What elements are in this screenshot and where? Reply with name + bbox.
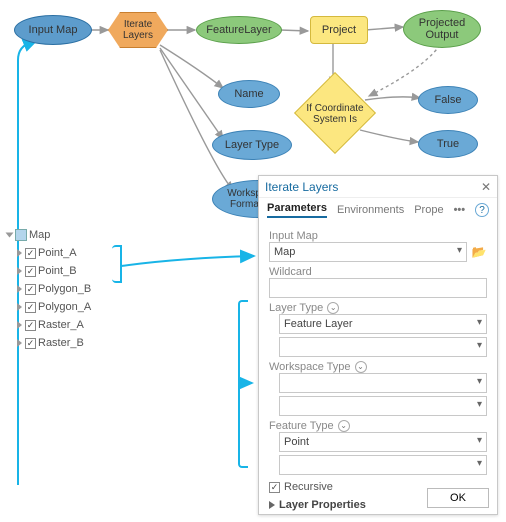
toc-item[interactable]: ✓Raster_A bbox=[6, 316, 126, 334]
tab-environments[interactable]: Environments bbox=[337, 204, 404, 216]
layer-toc: Map ✓Point_A ✓Point_B ✓Polygon_B ✓Polygo… bbox=[6, 226, 126, 352]
checkbox-icon[interactable]: ✓ bbox=[25, 248, 36, 259]
tab-properties[interactable]: Prope bbox=[414, 204, 443, 216]
callout-bracket-panel bbox=[238, 300, 248, 468]
node-false[interactable]: False bbox=[418, 86, 478, 114]
expand-arrow-icon[interactable] bbox=[17, 267, 22, 275]
toc-item[interactable]: ✓Point_A bbox=[6, 244, 126, 262]
toc-item-label: Polygon_B bbox=[38, 283, 91, 295]
checkbox-icon[interactable]: ✓ bbox=[25, 302, 36, 313]
toc-root-label: Map bbox=[29, 229, 50, 241]
expand-arrow-icon[interactable] bbox=[17, 303, 22, 311]
input-map-field[interactable] bbox=[269, 242, 467, 262]
label: True bbox=[437, 138, 459, 150]
node-project[interactable]: Project bbox=[310, 16, 368, 44]
chevron-down-icon[interactable]: ⌄ bbox=[355, 361, 367, 373]
panel-body: Input Map 📂 Wildcard Layer Type⌄ Workspa… bbox=[259, 222, 497, 517]
wildcard-field[interactable] bbox=[269, 278, 487, 298]
layer-properties-label: Layer Properties bbox=[279, 499, 366, 511]
checkbox-icon[interactable]: ✓ bbox=[25, 284, 36, 295]
panel-title: Iterate Layers bbox=[265, 180, 338, 194]
node-projected-output[interactable]: Projected Output bbox=[403, 10, 481, 48]
node-feature-layer[interactable]: FeatureLayer bbox=[196, 16, 282, 44]
toc-item[interactable]: ✓Point_B bbox=[6, 262, 126, 280]
chevron-down-icon[interactable]: ⌄ bbox=[338, 420, 350, 432]
label-workspace-type: Workspace Type⌄ bbox=[269, 361, 487, 373]
map-icon bbox=[15, 229, 27, 241]
label: False bbox=[435, 94, 462, 106]
tab-parameters[interactable]: Parameters bbox=[267, 202, 327, 218]
toc-item[interactable]: ✓Raster_B bbox=[6, 334, 126, 352]
toc-item-label: Point_B bbox=[38, 265, 77, 277]
toc-item-label: Polygon_A bbox=[38, 301, 91, 313]
label: Project bbox=[322, 24, 356, 36]
layer-type-select[interactable] bbox=[279, 314, 487, 334]
more-menu-icon[interactable]: ••• bbox=[454, 204, 466, 216]
toc-item-label: Point_A bbox=[38, 247, 77, 259]
panel-tabs: Parameters Environments Prope ••• ? bbox=[259, 198, 497, 222]
checkbox-icon[interactable]: ✓ bbox=[25, 266, 36, 277]
iterate-layers-panel: Iterate Layers ✕ Parameters Environments… bbox=[258, 175, 498, 515]
workspace-type-select-extra[interactable] bbox=[279, 396, 487, 416]
recursive-label: Recursive bbox=[284, 481, 333, 493]
panel-titlebar: Iterate Layers ✕ bbox=[259, 176, 497, 198]
checkbox-icon: ✓ bbox=[269, 482, 280, 493]
label: FeatureLayer bbox=[206, 24, 271, 36]
toc-item[interactable]: ✓Polygon_B bbox=[6, 280, 126, 298]
expand-arrow-icon[interactable] bbox=[17, 285, 22, 293]
callout-bracket-toc bbox=[112, 245, 122, 283]
label-layer-type: Layer Type⌄ bbox=[269, 302, 487, 314]
checkbox-icon[interactable]: ✓ bbox=[25, 338, 36, 349]
feature-type-select[interactable] bbox=[279, 432, 487, 452]
node-true[interactable]: True bbox=[418, 130, 478, 158]
label: Projected Output bbox=[419, 17, 465, 41]
chevron-down-icon[interactable]: ⌄ bbox=[327, 302, 339, 314]
expand-arrow-icon[interactable] bbox=[6, 233, 14, 238]
browse-folder-icon[interactable]: 📂 bbox=[471, 245, 487, 259]
toc-item[interactable]: ✓Polygon_A bbox=[6, 298, 126, 316]
label: Name bbox=[234, 88, 263, 100]
label-wildcard: Wildcard bbox=[269, 266, 487, 278]
toc-root[interactable]: Map bbox=[6, 226, 126, 244]
node-input-map[interactable]: Input Map bbox=[14, 15, 92, 45]
expand-arrow-icon bbox=[269, 501, 275, 509]
checkbox-icon[interactable]: ✓ bbox=[25, 320, 36, 331]
expand-arrow-icon[interactable] bbox=[17, 249, 22, 257]
node-iterate-layers[interactable]: Iterate Layers bbox=[108, 12, 168, 48]
toc-item-label: Raster_B bbox=[38, 337, 84, 349]
layer-type-select-extra[interactable] bbox=[279, 337, 487, 357]
workspace-type-select[interactable] bbox=[279, 373, 487, 393]
help-icon[interactable]: ? bbox=[475, 203, 489, 217]
label: Layer Type bbox=[225, 139, 279, 151]
close-icon[interactable]: ✕ bbox=[481, 180, 491, 194]
toc-item-label: Raster_A bbox=[38, 319, 84, 331]
feature-type-select-extra[interactable] bbox=[279, 455, 487, 475]
node-name[interactable]: Name bbox=[218, 80, 280, 108]
label-input-map: Input Map bbox=[269, 230, 487, 242]
label: Input Map bbox=[29, 24, 78, 36]
label: Iterate Layers bbox=[117, 19, 159, 41]
ok-button[interactable]: OK bbox=[427, 488, 489, 508]
node-layer-type[interactable]: Layer Type bbox=[212, 130, 292, 160]
expand-arrow-icon[interactable] bbox=[17, 321, 22, 329]
label-feature-type: Feature Type⌄ bbox=[269, 420, 487, 432]
expand-arrow-icon[interactable] bbox=[17, 339, 22, 347]
